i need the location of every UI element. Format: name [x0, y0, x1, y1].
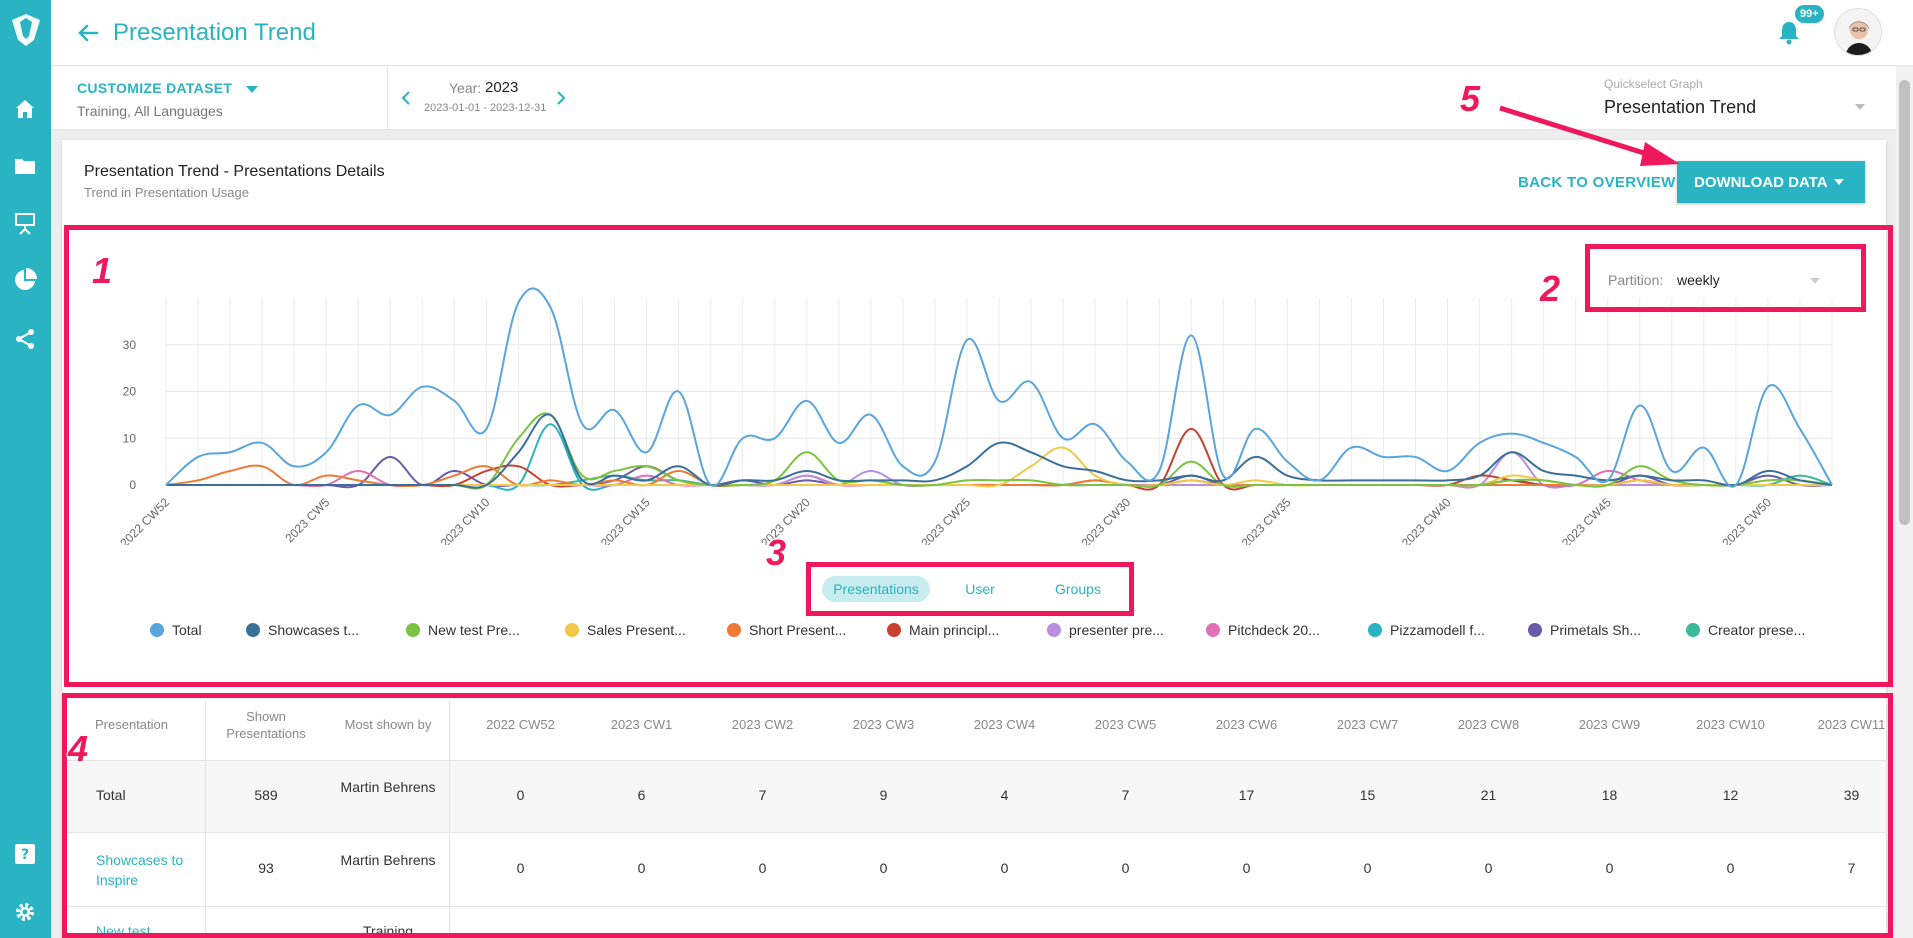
sidebar: ?	[0, 0, 51, 938]
card-title: Presentation Trend - Presentations Detai…	[84, 163, 385, 180]
scrollbar-thumb[interactable]	[1899, 80, 1910, 525]
chevron-right-icon[interactable]	[551, 88, 571, 108]
gear-icon[interactable]	[9, 896, 41, 928]
annotation-number: 2	[1540, 268, 1561, 309]
notification-badge: 99+	[1795, 5, 1824, 23]
dataset-summary: Training, All Languages	[77, 103, 223, 119]
annotation-number: 3	[766, 532, 787, 573]
caret-down-icon[interactable]	[1834, 179, 1844, 185]
chevron-left-icon[interactable]	[396, 88, 416, 108]
annotation-box-table	[62, 693, 1893, 938]
year-label: Year:	[449, 80, 482, 96]
share-icon[interactable]	[9, 323, 41, 355]
quickselect-label: Quickselect Graph	[1604, 77, 1703, 91]
divider	[387, 66, 388, 130]
year-range: 2023-01-01 - 2023-12-31	[424, 102, 547, 114]
card-subtitle: Trend in Presentation Usage	[84, 185, 250, 200]
annotation-box-tabs	[806, 562, 1134, 616]
caret-down-icon[interactable]	[1855, 104, 1865, 110]
notification-bell-icon[interactable]	[1775, 18, 1803, 46]
annotation-number: 1	[92, 250, 113, 291]
annotation-number: 5	[1460, 78, 1481, 119]
user-avatar[interactable]	[1834, 8, 1882, 56]
caret-down-icon	[246, 85, 259, 93]
annotation-number: 4	[68, 728, 89, 769]
customize-dataset-label: CUSTOMIZE DATASET	[77, 80, 233, 96]
app-logo-icon[interactable]	[6, 10, 46, 50]
folder-icon[interactable]	[9, 150, 41, 182]
app-header: Presentation Trend 99+	[51, 0, 1913, 66]
back-arrow-icon[interactable]	[73, 18, 103, 48]
annotation-arrow-icon	[1499, 105, 1680, 166]
home-icon[interactable]	[9, 93, 41, 125]
annotation-box-partition	[1585, 244, 1866, 312]
year-value: 2023	[485, 79, 519, 96]
page-title: Presentation Trend	[113, 19, 316, 46]
svg-text:?: ?	[21, 847, 29, 863]
presentation-icon[interactable]	[9, 207, 41, 239]
chart-pie-icon[interactable]	[9, 264, 41, 296]
help-icon[interactable]: ?	[9, 838, 41, 870]
customize-dataset-dropdown[interactable]: CUSTOMIZE DATASET	[77, 80, 259, 96]
